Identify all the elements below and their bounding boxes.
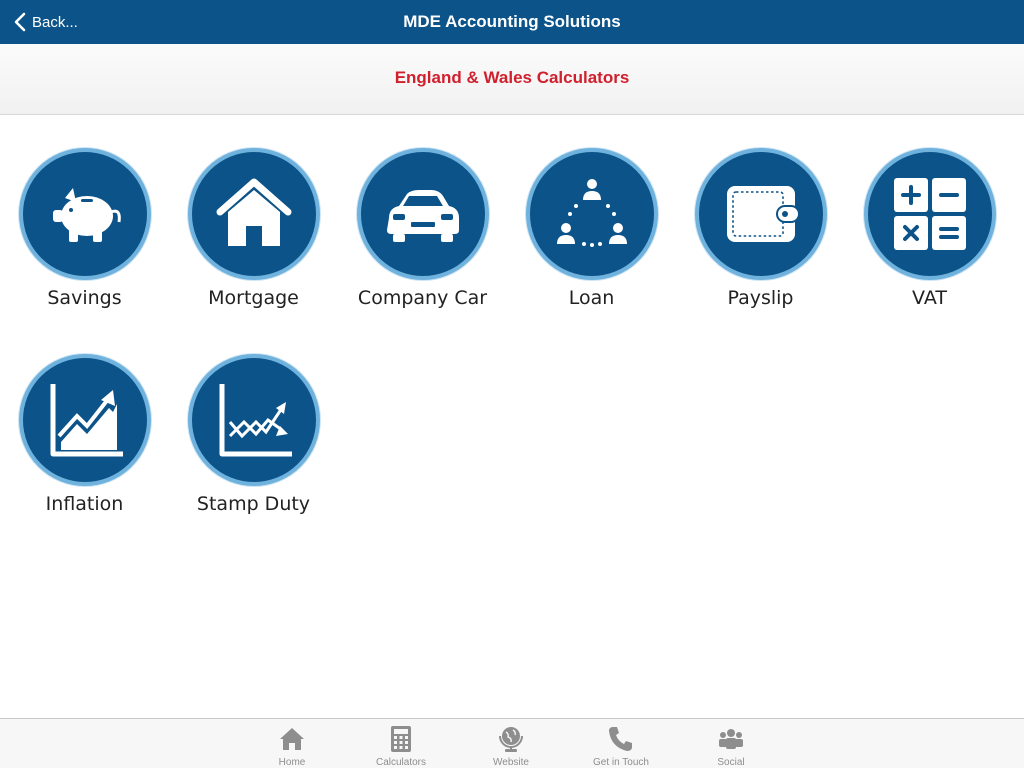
tab-label: Calculators — [375, 757, 427, 768]
company-car-icon-circle — [357, 148, 489, 280]
tab-label: Social — [717, 757, 745, 768]
vat-calculator-tile[interactable]: VAT — [845, 115, 1014, 309]
stamp-duty-icon-circle — [188, 354, 320, 486]
tile-label: Inflation — [45, 493, 124, 515]
mortgage-icon-circle — [188, 148, 320, 280]
tile-label: Loan — [568, 287, 615, 309]
navigation-bar: Back... MDE Accounting Solutions — [0, 0, 1024, 44]
piggy-bank-icon — [53, 188, 121, 242]
tile-label: Savings — [47, 287, 122, 309]
tile-label: Mortgage — [208, 287, 299, 309]
crossing-trend-chart-icon — [219, 384, 292, 457]
tab-label: Website — [493, 757, 529, 768]
savings-calculator-tile[interactable]: Savings — [0, 115, 169, 309]
loan-icon-circle — [526, 148, 658, 280]
rising-chart-icon — [50, 384, 123, 457]
savings-icon-circle — [19, 148, 151, 280]
phone-icon — [609, 727, 632, 751]
globe-icon — [499, 727, 523, 752]
loan-calculator-tile[interactable]: Loan — [507, 115, 676, 309]
payslip-icon-circle — [695, 148, 827, 280]
section-header: England & Wales Calculators — [0, 44, 1024, 115]
tab-get-in-touch[interactable]: Get in Touch — [576, 719, 666, 768]
calculator-icon — [894, 178, 966, 250]
home-icon — [280, 728, 304, 750]
tile-label: Payslip — [727, 287, 794, 309]
tab-label: Home — [278, 757, 306, 768]
tab-home[interactable]: Home — [247, 719, 337, 768]
tab-label: Get in Touch — [593, 757, 649, 768]
tile-label: VAT — [912, 287, 947, 309]
wallet-icon — [727, 186, 800, 242]
vat-icon-circle — [864, 148, 996, 280]
inflation-icon-circle — [19, 354, 151, 486]
tab-website[interactable]: Website — [466, 719, 556, 768]
inflation-calculator-tile[interactable]: Inflation — [0, 321, 169, 515]
company-car-calculator-tile[interactable]: Company Car — [338, 115, 507, 309]
calculator-grid: Savings Mortgage Company Car Loan Paysli… — [0, 115, 1024, 715]
calculator-icon — [391, 726, 411, 752]
tab-social[interactable]: Social — [686, 719, 776, 768]
payslip-calculator-tile[interactable]: Payslip — [676, 115, 845, 309]
section-title: England & Wales Calculators — [394, 68, 630, 87]
tile-label: Company Car — [357, 287, 488, 309]
car-icon — [387, 190, 459, 242]
tab-calculators[interactable]: Calculators — [356, 719, 446, 768]
tab-bar: Home Calculators Website Get in Touch So… — [0, 718, 1024, 768]
stamp-duty-calculator-tile[interactable]: Stamp Duty — [169, 321, 338, 515]
tile-label: Stamp Duty — [196, 493, 311, 515]
house-icon — [216, 178, 292, 246]
people-network-icon — [557, 179, 627, 247]
group-icon — [719, 729, 743, 749]
mortgage-calculator-tile[interactable]: Mortgage — [169, 115, 338, 309]
app-title: MDE Accounting Solutions — [403, 12, 621, 31]
